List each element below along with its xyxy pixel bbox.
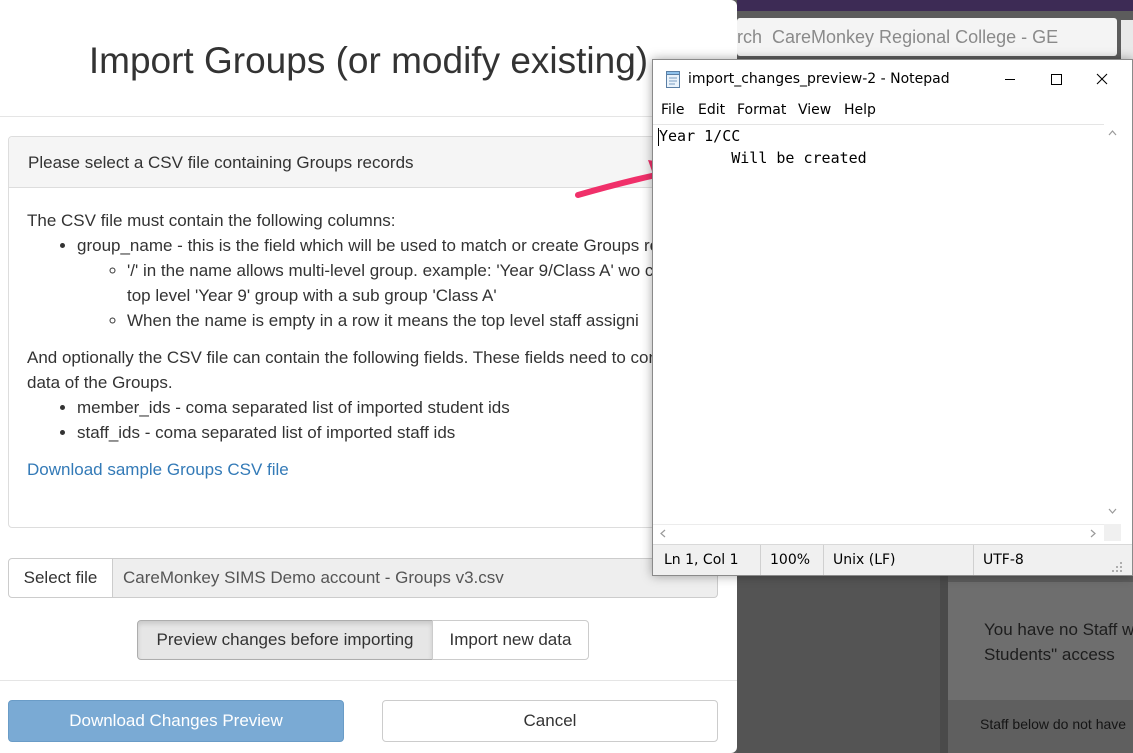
menu-edit[interactable]: Edit	[698, 102, 725, 118]
list-item: group_name - this is the field which wil…	[77, 233, 727, 333]
staff-info-line1: You have no Staff w	[984, 620, 1133, 639]
notepad-status-bar: Ln 1, Col 1 100% Unix (LF) UTF-8	[653, 544, 1132, 575]
file-select-group: Select file CareMonkey SIMS Demo account…	[8, 558, 718, 598]
staff-below-panel: Staff below do not have	[948, 700, 1133, 753]
import-groups-modal: Import Groups (or modify existing) Pleas…	[0, 0, 737, 753]
cancel-button[interactable]: Cancel	[382, 700, 718, 742]
import-new-data-option[interactable]: Import new data	[432, 620, 589, 660]
line-endings: Unix (LF)	[833, 552, 896, 568]
app-top-bar	[737, 0, 1133, 11]
text-line: Will be created	[659, 149, 867, 167]
optional-intro-text: And optionally the CSV file can contain …	[27, 348, 714, 392]
staff-below-text: Staff below do not have	[980, 716, 1127, 732]
status-separator	[973, 545, 974, 575]
app-edge-strip	[1121, 20, 1133, 60]
column-notes-list: '/' in the name allows multi-level group…	[77, 258, 727, 333]
staff-info-line2: Students" access	[984, 645, 1115, 664]
menu-file[interactable]: File	[661, 102, 684, 118]
scroll-corner	[1104, 524, 1121, 541]
minimize-icon[interactable]	[987, 60, 1033, 98]
notepad-app-icon	[666, 71, 680, 88]
intro-text: The CSV file must contain the following …	[27, 211, 396, 230]
zoom-level: 100%	[770, 552, 811, 568]
maximize-icon[interactable]	[1033, 60, 1079, 98]
modal-header-divider	[0, 116, 737, 117]
selected-file-field: CareMonkey SIMS Demo account - Groups v3…	[113, 558, 718, 598]
resize-grip-icon[interactable]	[1111, 561, 1123, 573]
modal-title: Import Groups (or modify existing)	[88, 40, 649, 81]
download-sample-link[interactable]: Download sample Groups CSV file	[27, 457, 727, 482]
staff-info-panel: You have no Staff w Students" access	[948, 582, 1133, 700]
preview-changes-option[interactable]: Preview changes before importing	[137, 620, 433, 660]
panel-heading-text: Please select a CSV file containing Grou…	[28, 153, 414, 172]
notepad-title: import_changes_preview-2 - Notepad	[688, 71, 950, 87]
download-changes-preview-button[interactable]: Download Changes Preview	[8, 700, 344, 742]
horizontal-scrollbar[interactable]	[653, 524, 1104, 542]
close-icon[interactable]	[1079, 60, 1125, 98]
select-file-button[interactable]: Select file	[8, 558, 113, 598]
menu-format[interactable]: Format	[737, 102, 786, 118]
vertical-scrollbar[interactable]	[1104, 124, 1121, 524]
status-separator	[760, 545, 761, 575]
menu-help[interactable]: Help	[844, 102, 876, 118]
required-columns-list: group_name - this is the field which wil…	[27, 233, 727, 333]
required-column-text: group_name - this is the field which wil…	[77, 236, 706, 255]
app-left-column	[737, 570, 942, 753]
encoding: UTF-8	[983, 552, 1024, 568]
modal-footer-divider	[0, 680, 737, 681]
app-column-divider	[940, 570, 948, 753]
cursor-position: Ln 1, Col 1	[664, 552, 739, 568]
text-line: Year 1/CC	[659, 127, 741, 145]
list-item: '/' in the name allows multi-level group…	[127, 258, 727, 308]
notepad-window: import_changes_preview-2 - Notepad File …	[652, 59, 1133, 576]
search-prefix-text: rch	[737, 27, 763, 47]
list-item: staff_ids - coma separated list of impor…	[77, 420, 727, 445]
notepad-title-bar[interactable]: import_changes_preview-2 - Notepad	[653, 60, 1132, 98]
status-separator	[823, 545, 824, 575]
panel-body: The CSV file must contain the following …	[27, 208, 727, 482]
list-item: member_ids - coma separated list of impo…	[77, 395, 727, 420]
text-caret	[658, 128, 659, 146]
app-search-field[interactable]: rch CareMonkey Regional College - GE	[737, 18, 1117, 56]
list-item: When the name is empty in a row it means…	[127, 308, 727, 333]
search-value-text: CareMonkey Regional College - GE	[772, 27, 1059, 47]
notepad-text-area[interactable]: Year 1/CC Will be created	[653, 124, 1104, 525]
menu-view[interactable]: View	[798, 102, 831, 118]
notepad-menu-bar: File Edit Format View Help	[653, 98, 1132, 124]
optional-columns-list: member_ids - coma separated list of impo…	[27, 395, 727, 445]
